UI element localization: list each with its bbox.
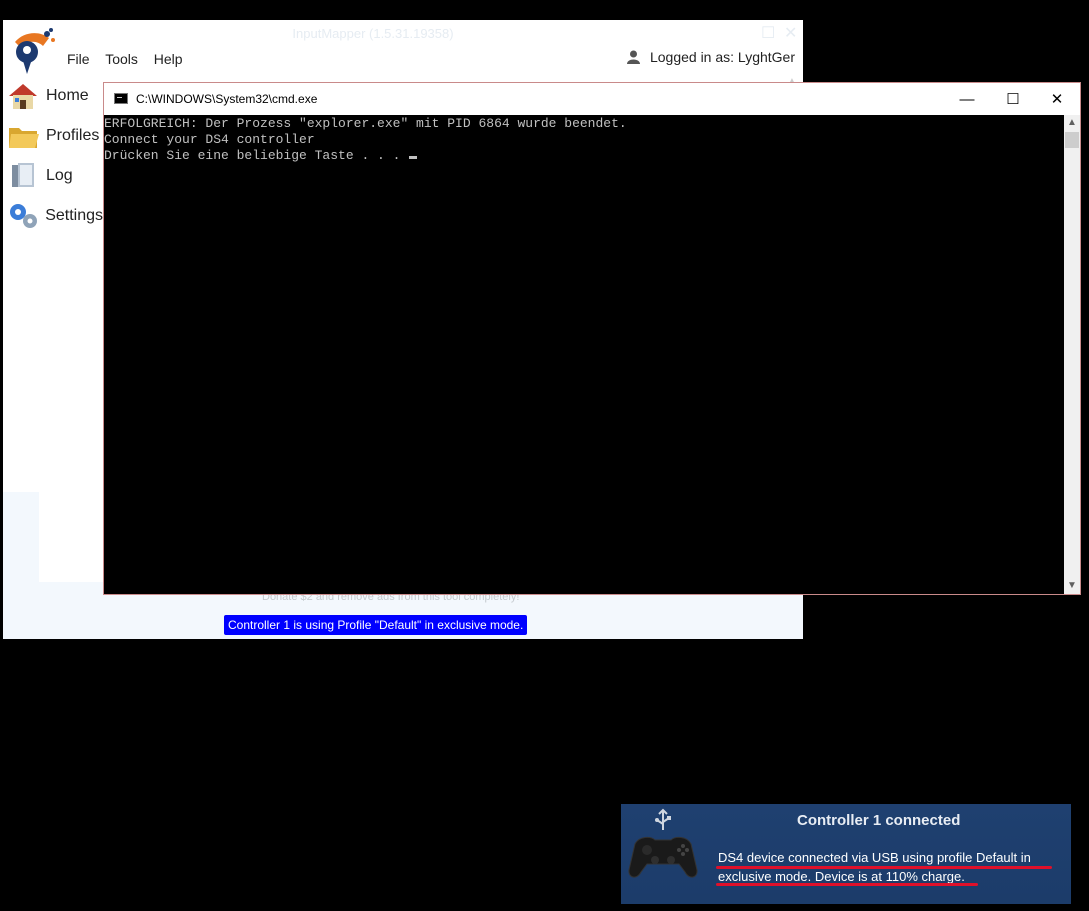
house-icon bbox=[6, 80, 40, 112]
menu-help[interactable]: Help bbox=[154, 51, 183, 67]
notification-title: Controller 1 connected bbox=[797, 812, 961, 829]
sidebar-item-label: Profiles bbox=[46, 127, 100, 144]
user-status[interactable]: Logged in as: LyghtGer bbox=[626, 49, 795, 65]
cmd-close-button[interactable]: ✕ bbox=[1034, 83, 1080, 115]
im-close-button[interactable]: ✕ bbox=[784, 23, 797, 43]
cmd-titlebar[interactable]: C:\WINDOWS\System32\cmd.exe — ☐ ✕ bbox=[104, 83, 1080, 115]
text-cursor bbox=[409, 156, 418, 159]
ad-placeholder bbox=[39, 492, 109, 582]
controller-notification[interactable]: Controller 1 connected DS4 device connec… bbox=[621, 804, 1071, 904]
sidebar-item-settings[interactable]: Settings bbox=[3, 196, 103, 236]
highlight-underline bbox=[716, 883, 978, 886]
usb-gamepad-icon bbox=[625, 808, 701, 884]
scroll-up-arrow-icon[interactable]: ▲ bbox=[1064, 115, 1080, 131]
cmd-window: C:\WINDOWS\System32\cmd.exe — ☐ ✕ ERFOLG… bbox=[103, 82, 1081, 595]
menu-bar: File Tools Help bbox=[67, 51, 195, 67]
cmd-minimize-button[interactable]: — bbox=[944, 83, 990, 115]
cmd-scrollbar[interactable]: ▲ ▼ bbox=[1064, 115, 1080, 594]
user-icon bbox=[626, 50, 640, 64]
console-line: Drücken Sie eine beliebige Taste . . . bbox=[104, 148, 409, 163]
user-label: Logged in as: LyghtGer bbox=[649, 49, 795, 65]
console-line: Connect your DS4 controller bbox=[104, 132, 315, 147]
console-line-prompt: Drücken Sie eine beliebige Taste . . . bbox=[104, 148, 1064, 164]
menu-file[interactable]: File bbox=[67, 51, 90, 67]
scroll-down-arrow-icon[interactable]: ▼ bbox=[1064, 578, 1080, 594]
gears-icon bbox=[6, 200, 39, 232]
inputmapper-title: InputMapper (1.5.31.19358) bbox=[292, 26, 454, 41]
im-maximize-button[interactable]: ☐ bbox=[761, 23, 775, 43]
sidebar-item-label: Log bbox=[46, 167, 73, 184]
cmd-maximize-button[interactable]: ☐ bbox=[990, 83, 1036, 115]
folder-icon bbox=[6, 120, 40, 152]
sidebar-item-log[interactable]: Log bbox=[3, 156, 103, 196]
console-line: ERFOLGREICH: Der Prozess "explorer.exe" … bbox=[104, 116, 627, 131]
sidebar-item-home[interactable]: Home bbox=[3, 76, 103, 116]
sidebar-item-label: Settings bbox=[45, 207, 103, 224]
inputmapper-header: InputMapper (1.5.31.19358) ☐ ✕ File Tool… bbox=[3, 20, 803, 76]
cmd-title: C:\WINDOWS\System32\cmd.exe bbox=[136, 92, 318, 106]
sidebar-item-profiles[interactable]: Profiles bbox=[3, 116, 103, 156]
highlight-underline bbox=[716, 866, 1052, 869]
cmd-app-icon bbox=[114, 93, 128, 104]
sidebar-item-label: Home bbox=[46, 87, 89, 104]
menu-tools[interactable]: Tools bbox=[105, 51, 138, 67]
cmd-console[interactable]: ERFOLGREICH: Der Prozess "explorer.exe" … bbox=[104, 115, 1064, 594]
sidebar: Home Profiles Log Settings bbox=[3, 76, 103, 236]
status-badge: Controller 1 is using Profile "Default" … bbox=[224, 615, 528, 635]
log-book-icon bbox=[6, 160, 40, 192]
scroll-thumb[interactable] bbox=[1065, 132, 1079, 148]
